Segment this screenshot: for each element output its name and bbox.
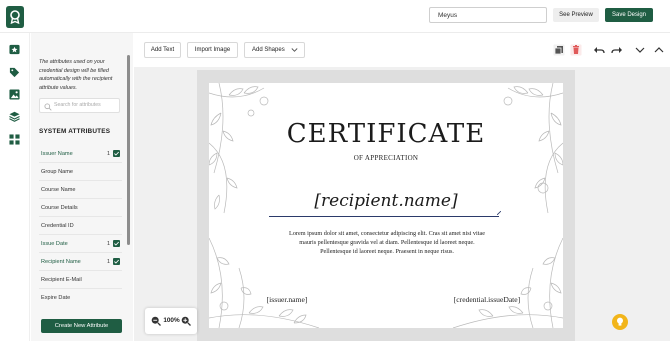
zoom-control: 100% [145,308,197,334]
attribute-row-issue-date[interactable]: Issue Date 1 [39,235,122,253]
chevron-up-icon[interactable] [653,44,665,56]
issue-date-placeholder[interactable]: [credential.issueDate] [431,295,543,304]
system-attributes-heading: SYSTEM ATTRIBUTES [39,128,111,135]
attribute-row-course-name[interactable]: Course Name [39,181,122,199]
attribute-label: Recipient Name [41,259,81,265]
attribute-label: Expire Date [41,295,71,301]
attribute-row-recipient-name[interactable]: Recipient Name 1 [39,253,122,271]
panel-description: The attributes used on your credential d… [39,59,113,91]
attribute-label: Course Details [41,205,78,211]
left-icon-rail [0,33,30,341]
delete-icon[interactable] [570,44,582,56]
attribute-label: Group Name [41,169,74,175]
certificate-subtitle[interactable]: OF APPRECIATION [209,154,563,162]
panel-scrollbar[interactable] [127,55,130,245]
app-logo-icon[interactable] [6,6,24,28]
award-star-icon[interactable] [9,44,20,55]
help-button[interactable] [612,314,628,330]
add-text-button[interactable]: Add Text [144,42,181,58]
attribute-search-input[interactable]: Search for attributes [39,98,120,113]
attribute-usage-count: 1 [107,241,110,247]
add-shapes-dropdown[interactable]: Add Shapes [244,42,305,58]
attribute-usage-count: 1 [107,151,110,157]
attribute-row-credential-id[interactable]: Credential ID [39,217,122,235]
zoom-out-icon[interactable] [151,316,161,326]
copy-icon[interactable] [553,44,565,56]
checkbox-checked-icon[interactable] [113,240,120,247]
attribute-row-recipient-email[interactable]: Recipient E-Mail [39,271,122,289]
checkbox-checked-icon[interactable] [113,150,120,157]
resize-handle-icon[interactable] [497,211,501,215]
attribute-row-issuer-name[interactable]: Issuer Name 1 [39,145,122,163]
issuer-name-placeholder[interactable]: [issuer.name] [249,295,325,304]
recipient-underline [269,216,499,217]
design-name-input[interactable] [429,7,547,23]
attribute-row-expire-date[interactable]: Expire Date [39,289,122,307]
checkbox-checked-icon[interactable] [113,258,120,265]
tag-icon[interactable] [9,67,20,78]
lightbulb-icon [617,317,623,326]
attribute-label: Credential ID [41,223,74,229]
chevron-down-icon [291,48,298,52]
zoom-in-icon[interactable] [181,316,191,326]
search-placeholder: Search for attributes [54,102,101,108]
grid-apps-icon[interactable] [9,134,20,145]
search-icon [44,102,52,111]
chevron-down-icon[interactable] [634,44,646,56]
redo-icon[interactable] [611,44,623,56]
attribute-row-group-name[interactable]: Group Name [39,163,122,181]
certificate-artboard[interactable]: CERTIFICATE OF APPRECIATION [recipient.n… [209,83,563,328]
undo-icon[interactable] [593,44,605,56]
attributes-panel: The attributes used on your credential d… [31,33,133,341]
attribute-list: Issuer Name 1 Group Name Course Name Cou… [39,145,122,307]
attribute-usage-count: 1 [107,259,110,265]
certificate-body-text[interactable]: Lorem ipsum dolor sit amet, consectetur … [287,229,487,257]
certificate-title[interactable]: CERTIFICATE [209,119,563,149]
editor-toolbar: Add Text Import Image Add Shapes [134,33,670,67]
see-preview-button[interactable]: See Preview [553,8,599,22]
add-shapes-label: Add Shapes [252,47,285,53]
attribute-row-course-details[interactable]: Course Details [39,199,122,217]
attribute-label: Course Name [41,187,76,193]
attribute-label: Recipient E-Mail [41,277,82,283]
top-bar: See Preview Save Design [0,0,670,33]
attribute-label: Issuer Name [41,151,73,157]
layers-icon[interactable] [9,111,20,122]
image-icon[interactable] [9,89,20,100]
save-design-button[interactable]: Save Design [605,8,653,22]
zoom-level: 100% [163,317,180,324]
import-image-button[interactable]: Import Image [187,42,238,58]
recipient-name-placeholder[interactable]: [recipient.name] [269,191,503,211]
create-new-attribute-button[interactable]: Create New Attribute [41,319,122,333]
attribute-label: Issue Date [41,241,68,247]
